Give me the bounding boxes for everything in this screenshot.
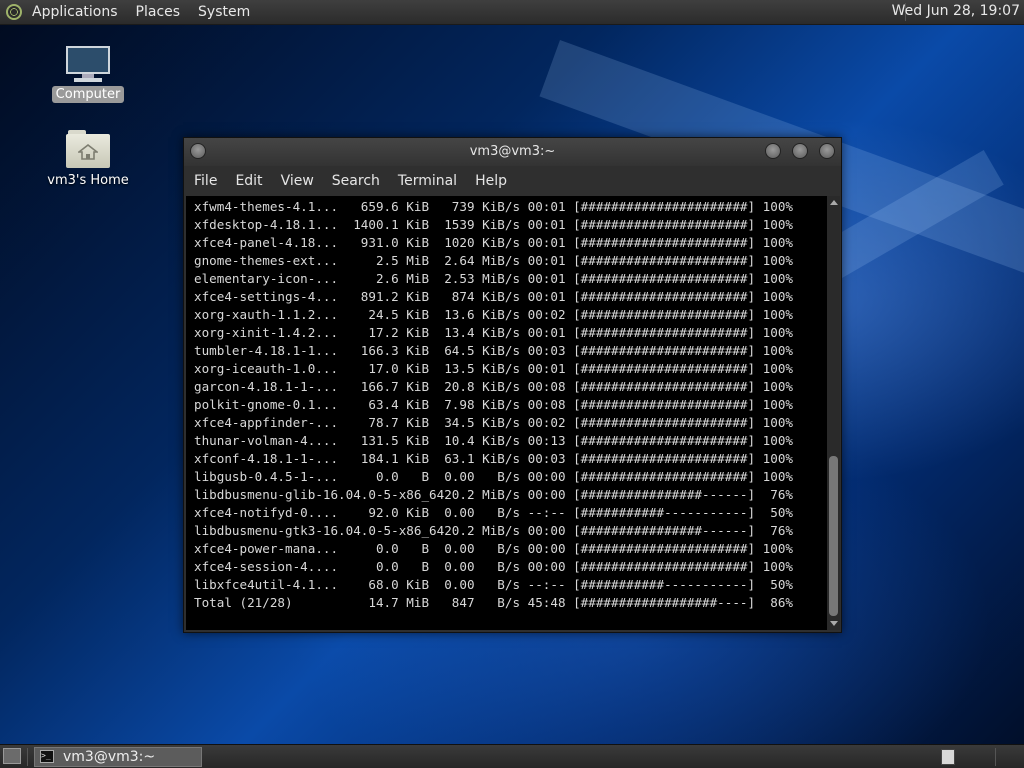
terminal-line: xfce4-session-4.... 0.0 B 0.00 B/s 00:00…	[194, 559, 793, 574]
terminal-line: gnome-themes-ext... 2.5 MiB 2.64 MiB/s 0…	[194, 253, 793, 268]
terminal-line: thunar-volman-4.... 131.5 KiB 10.4 KiB/s…	[194, 433, 793, 448]
terminal-line: xfdesktop-4.18.1... 1400.1 KiB 1539 KiB/…	[194, 217, 793, 232]
menu-file[interactable]: File	[194, 173, 217, 189]
desktop-icon-computer[interactable]: Computer	[43, 46, 133, 103]
terminal-line: xfce4-notifyd-0.... 92.0 KiB 0.00 B/s --…	[194, 505, 793, 520]
terminal-line: xfce4-power-mana... 0.0 B 0.00 B/s 00:00…	[194, 541, 793, 556]
terminal-line: garcon-4.18.1-1-... 166.7 KiB 20.8 KiB/s…	[194, 379, 793, 394]
menu-view[interactable]: View	[281, 173, 314, 189]
clock[interactable]: Wed Jun 28, 19:07	[892, 3, 1020, 19]
terminal-scrollbar[interactable]	[827, 196, 840, 630]
desktop-icon-label: Computer	[51, 86, 125, 103]
bottom-panel: >_ vm3@vm3:~	[0, 744, 1024, 768]
scroll-down-arrow-icon[interactable]	[830, 621, 838, 626]
home-folder-icon	[66, 130, 110, 168]
top-panel: Applications Places System Wed Jun 28, 1…	[0, 0, 1024, 25]
menu-edit[interactable]: Edit	[235, 173, 262, 189]
menu-search[interactable]: Search	[332, 173, 380, 189]
workspace-switcher[interactable]	[941, 749, 955, 765]
terminal-window: vm3@vm3:~ File Edit View Search Terminal…	[183, 137, 842, 633]
terminal-line: libxfce4util-4.1... 68.0 KiB 0.00 B/s --…	[194, 577, 793, 592]
terminal-output[interactable]: xfwm4-themes-4.1... 659.6 KiB 739 KiB/s …	[186, 196, 827, 630]
terminal-line: libdbusmenu-gtk3-16.04.0-5-x86_6420.2 Mi…	[194, 523, 793, 538]
terminal-line: Total (21/28) 14.7 MiB 847 B/s 45:48 [##…	[194, 595, 793, 610]
places-menu[interactable]: Places	[134, 4, 183, 20]
panel-separator	[995, 748, 996, 766]
terminal-line: elementary-icon-... 2.6 MiB 2.53 MiB/s 0…	[194, 271, 793, 286]
distro-logo-icon[interactable]	[6, 4, 22, 20]
terminal-line: tumbler-4.18.1-1... 166.3 KiB 64.5 KiB/s…	[194, 343, 793, 358]
show-desktop-icon[interactable]	[3, 748, 21, 764]
menu-terminal[interactable]: Terminal	[398, 173, 457, 189]
window-title: vm3@vm3:~	[469, 144, 556, 159]
minimize-button[interactable]	[765, 143, 781, 159]
terminal-line: xfconf-4.18.1-1-... 184.1 KiB 63.1 KiB/s…	[194, 451, 793, 466]
terminal-line: xfwm4-themes-4.1... 659.6 KiB 739 KiB/s …	[194, 199, 793, 214]
desktop-icon-home[interactable]: vm3's Home	[43, 130, 133, 189]
panel-separator	[27, 748, 28, 766]
terminal-line: libgusb-0.4.5-1-... 0.0 B 0.00 B/s 00:00…	[194, 469, 793, 484]
terminal-line: xfce4-appfinder-... 78.7 KiB 34.5 KiB/s …	[194, 415, 793, 430]
terminal-line: xorg-iceauth-1.0... 17.0 KiB 13.5 KiB/s …	[194, 361, 793, 376]
terminal-line: xorg-xinit-1.4.2... 17.2 KiB 13.4 KiB/s …	[194, 325, 793, 340]
taskbar-button-terminal[interactable]: >_ vm3@vm3:~	[34, 747, 202, 767]
close-button[interactable]	[819, 143, 835, 159]
window-titlebar[interactable]: vm3@vm3:~	[184, 138, 841, 166]
terminal-line: xfce4-settings-4... 891.2 KiB 874 KiB/s …	[194, 289, 793, 304]
terminal-line: xorg-xauth-1.1.2... 24.5 KiB 13.6 KiB/s …	[194, 307, 793, 322]
system-menu[interactable]: System	[196, 4, 252, 20]
maximize-button[interactable]	[792, 143, 808, 159]
scroll-up-arrow-icon[interactable]	[830, 200, 838, 205]
terminal-icon: >_	[40, 750, 54, 763]
applications-menu[interactable]: Applications	[30, 4, 120, 20]
terminal-line: xfce4-panel-4.18... 931.0 KiB 1020 KiB/s…	[194, 235, 793, 250]
desktop-icon-label: vm3's Home	[47, 173, 129, 188]
scroll-thumb[interactable]	[829, 456, 838, 616]
menu-help[interactable]: Help	[475, 173, 507, 189]
computer-icon	[64, 46, 112, 82]
window-menu-button[interactable]	[190, 143, 206, 159]
terminal-line: polkit-gnome-0.1... 63.4 KiB 7.98 KiB/s …	[194, 397, 793, 412]
taskbar-button-label: vm3@vm3:~	[63, 749, 156, 765]
terminal-menubar: File Edit View Search Terminal Help	[184, 168, 841, 194]
terminal-line: libdbusmenu-glib-16.04.0-5-x86_6420.2 Mi…	[194, 487, 793, 502]
